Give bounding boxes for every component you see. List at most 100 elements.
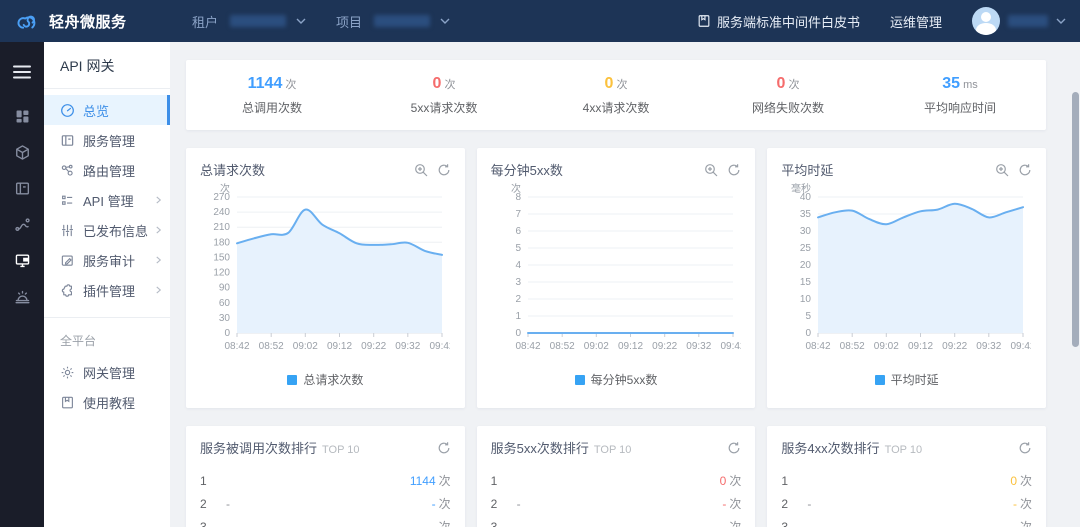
sidebar-item-overview[interactable]: 总览 xyxy=(44,95,170,125)
sidebar-item-service-management[interactable]: 服务管理 xyxy=(44,125,170,155)
stat-unit: ms xyxy=(963,78,978,91)
refresh-icon[interactable] xyxy=(727,163,741,177)
stat-label: 总调用次数 xyxy=(241,100,302,115)
rank-value: - xyxy=(722,496,727,511)
svg-text:09:02: 09:02 xyxy=(293,341,318,352)
svg-text:09:42: 09:42 xyxy=(429,341,450,352)
refresh-icon[interactable] xyxy=(437,441,451,455)
stat-label: 4xx请求次数 xyxy=(582,100,650,115)
ranking-card-call-count: 服务被调用次数排行 TOP 10 1 1144 次 2 - - 次 3 - - … xyxy=(186,426,465,527)
line-chart-5xx-per-minute: 0 1 2 3 4 5 6 7 8 次 08:42 08:52 09:02 09:12 09:22 09:32… xyxy=(491,183,742,369)
ops-management-link[interactable]: 运维管理 xyxy=(890,12,942,31)
sidebar-item-label: 使用教程 xyxy=(83,395,136,411)
panel-icon[interactable] xyxy=(0,170,44,206)
rank-unit: 次 xyxy=(729,520,742,527)
sidebar-item-published-info[interactable]: 已发布信息 xyxy=(44,215,170,245)
zoom-in-icon[interactable] xyxy=(704,163,718,177)
project-select[interactable]: 项目 xyxy=(336,12,450,31)
svg-text:20: 20 xyxy=(800,260,812,271)
svg-text:5: 5 xyxy=(515,243,521,254)
sidebar-item-api-management[interactable]: API 管理 xyxy=(44,185,170,215)
sidebar-item-gateway-management[interactable]: 网关管理 xyxy=(44,357,170,387)
svg-text:毫秒: 毫秒 xyxy=(791,183,811,195)
rank-unit: 次 xyxy=(438,520,451,527)
route-icon[interactable] xyxy=(0,206,44,242)
stat-unit: 次 xyxy=(788,78,800,91)
cube-icon[interactable] xyxy=(0,134,44,170)
svg-text:09:22: 09:22 xyxy=(361,341,386,352)
logo: 轻舟微服务 xyxy=(0,11,170,32)
service-name: - xyxy=(226,496,230,511)
user-menu[interactable] xyxy=(972,7,1066,35)
svg-text:90: 90 xyxy=(219,283,231,294)
svg-text:09:32: 09:32 xyxy=(395,341,420,352)
alarm-icon[interactable] xyxy=(0,278,44,314)
stat-5xx-requests: 0次 5xx请求次数 xyxy=(358,75,530,116)
monitor-icon-active[interactable] xyxy=(0,242,44,278)
zoom-in-icon[interactable] xyxy=(414,163,428,177)
svg-text:09:32: 09:32 xyxy=(686,341,711,352)
refresh-icon[interactable] xyxy=(1018,163,1032,177)
svg-text:09:12: 09:12 xyxy=(327,341,352,352)
rank-number: 2 xyxy=(490,496,498,511)
zoom-in-icon[interactable] xyxy=(995,163,1009,177)
chevron-down-icon xyxy=(440,17,450,25)
sidebar-item-service-audit[interactable]: 服务审计 xyxy=(44,245,170,275)
table-row: 3 - - 次 xyxy=(491,515,742,527)
whitepaper-label: 服务端标准中间件白皮书 xyxy=(716,14,860,30)
svg-text:240: 240 xyxy=(213,207,230,218)
rank-unit: 次 xyxy=(1020,474,1033,488)
svg-text:次: 次 xyxy=(511,183,521,195)
table-row: 2 - - 次 xyxy=(491,492,742,515)
sidebar-item-label: 服务审计 xyxy=(83,253,136,269)
chevron-right-icon xyxy=(155,225,162,235)
rank-number: 2 xyxy=(781,496,789,511)
stat-value: 0 xyxy=(604,74,614,92)
legend-swatch xyxy=(874,374,885,385)
service-name: - xyxy=(516,496,521,511)
sidebar-item-tutorial[interactable]: 使用教程 xyxy=(44,387,170,417)
scrollbar-thumb[interactable] xyxy=(1072,92,1079,347)
top10-label: TOP 10 xyxy=(884,444,923,456)
gear-icon xyxy=(60,365,75,380)
chart-legend[interactable]: 总请求次数 xyxy=(200,371,451,388)
stat-value: 0 xyxy=(776,74,786,92)
sidebar-item-route-management[interactable]: 路由管理 xyxy=(44,155,170,185)
chart-legend[interactable]: 每分钟5xx数 xyxy=(491,371,742,388)
svg-text:30: 30 xyxy=(800,226,812,237)
legend-swatch xyxy=(574,374,585,385)
book-icon xyxy=(60,395,75,410)
svg-text:120: 120 xyxy=(213,268,230,279)
service-name: - xyxy=(807,519,812,527)
chart-title: 每分钟5xx数 xyxy=(490,163,563,178)
top10-label: TOP 10 xyxy=(593,444,632,456)
chart-legend[interactable]: 平均时延 xyxy=(781,371,1032,388)
collapse-menu-icon[interactable] xyxy=(0,54,44,90)
sidebar-item-plugin-management[interactable]: 插件管理 xyxy=(44,275,170,305)
table-row: 2 - - 次 xyxy=(781,492,1032,515)
refresh-icon[interactable] xyxy=(437,163,451,177)
refresh-icon[interactable] xyxy=(1018,441,1032,455)
rank-value: - xyxy=(431,496,436,511)
rank-unit: 次 xyxy=(1020,497,1033,511)
stat-value: 0 xyxy=(432,74,442,92)
rank-number: 3 xyxy=(490,519,498,527)
sidebar-item-label: 已发布信息 xyxy=(83,223,149,239)
chart-card-avg-latency: 平均时延 0 5 10 15 20 25 30 35 40 毫秒 08:42 08:52 09:02 09… xyxy=(767,148,1047,408)
tenant-select[interactable]: 租户 xyxy=(192,12,306,31)
whitepaper-link[interactable]: 服务端标准中间件白皮书 xyxy=(697,12,860,31)
dashboard-grid-icon[interactable] xyxy=(0,98,44,134)
rank-number: 1 xyxy=(781,473,789,488)
puzzle-icon xyxy=(60,283,75,298)
rank-value: - xyxy=(431,519,436,527)
line-chart-avg-latency: 0 5 10 15 20 25 30 35 40 毫秒 08:42 08:52 09:02 09:12 09… xyxy=(781,183,1032,369)
stat-unit: 次 xyxy=(285,78,297,91)
tenant-label: 租户 xyxy=(192,14,219,30)
service-name: - xyxy=(226,519,230,527)
rank-unit: 次 xyxy=(438,474,451,488)
rank-number: 3 xyxy=(781,519,789,527)
gauge-icon xyxy=(60,103,75,118)
refresh-icon[interactable] xyxy=(727,441,741,455)
svg-text:15: 15 xyxy=(800,277,812,288)
section-label: 全平台 xyxy=(60,334,97,348)
